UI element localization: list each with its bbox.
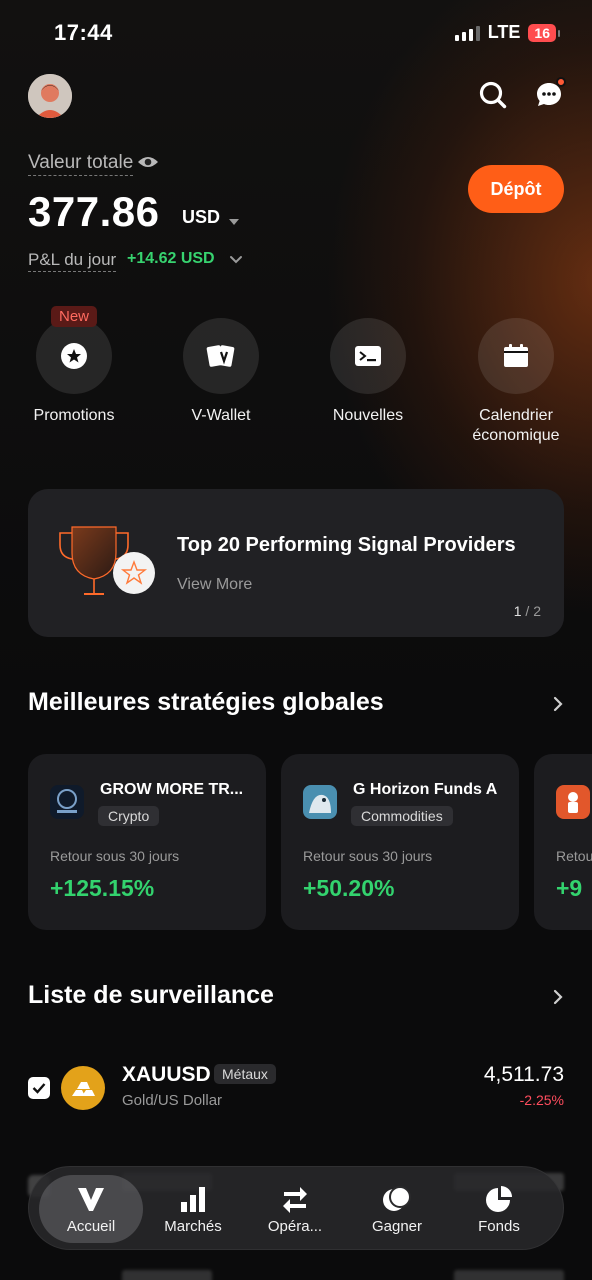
strategy-name: GROW MORE TR... [100, 781, 244, 798]
gold-bars-icon [61, 1066, 105, 1110]
watchlist-row-obscured [28, 1266, 564, 1280]
nav-earn[interactable]: Gagner [345, 1175, 449, 1243]
daily-pnl-label: P&L du jour [28, 250, 117, 272]
strategy-return: +125.15% [50, 875, 155, 901]
quick-action-label: Calendrier économique [472, 407, 560, 444]
strategy-metric-label: Retour sous 30 jours [50, 848, 180, 864]
bar-chart-icon [181, 1186, 205, 1212]
eye-icon[interactable] [137, 153, 159, 171]
v-wallet-icon [206, 345, 235, 367]
avatar[interactable] [28, 74, 72, 118]
promo-banner[interactable]: Top 20 Performing Signal Providers View … [28, 489, 564, 637]
chevron-down-icon[interactable] [229, 253, 243, 265]
nav-operations[interactable]: Opéra... [243, 1175, 347, 1243]
strategy-metric-label: Retour sous 30 jours [303, 848, 433, 864]
quick-action-icon-wrap [183, 318, 259, 394]
daily-pnl-value: +14.62 USD [127, 250, 215, 267]
strategy-name: G Horizon Funds A [353, 781, 498, 798]
grow-more-logo-icon [50, 785, 84, 819]
quick-action-icon-wrap [478, 318, 554, 394]
bottom-navigation: Accueil Marchés Opéra... Gagner Fonds [28, 1166, 564, 1250]
pager-total: / 2 [525, 603, 541, 619]
total-value-label: Valeur totale [28, 152, 134, 176]
calendar-icon [504, 344, 528, 367]
new-badge: New [50, 306, 98, 327]
nav-home[interactable]: Accueil [39, 1175, 143, 1243]
watchlist-name: Gold/US Dollar [122, 1092, 223, 1109]
notification-dot [556, 77, 566, 87]
swap-arrows-icon [283, 1186, 307, 1213]
nav-label: Gagner [371, 1217, 423, 1235]
nav-label: Marchés [164, 1217, 222, 1235]
quick-action-news[interactable]: Nouvelles [308, 318, 428, 426]
watchlist-symbol[interactable]: XAUUSD [122, 1063, 211, 1087]
deposit-button[interactable]: Dépôt [468, 165, 564, 213]
quick-action-label: V-Wallet [191, 407, 251, 424]
currency-selector[interactable]: USD [182, 207, 220, 228]
nav-label: Opéra... [267, 1217, 323, 1235]
total-value: 377.86 [28, 188, 160, 235]
promo-title: Top 20 Performing Signal Providers [177, 534, 516, 556]
network-type: LTE [487, 22, 521, 42]
quick-action-calendar[interactable]: Calendrier économique [456, 318, 576, 446]
chat-icon[interactable] [534, 77, 566, 110]
nav-label: Fonds [478, 1217, 520, 1235]
nav-markets[interactable]: Marchés [141, 1175, 245, 1243]
promo-pager: 1 / 2 [514, 603, 541, 619]
strategy-tag: Crypto [98, 806, 160, 826]
strategy-card[interactable]: G Horizon Funds A Commodities Retour sou… [281, 754, 519, 930]
quick-action-v-wallet[interactable]: V-Wallet [161, 318, 281, 426]
caret-down-icon[interactable] [228, 213, 240, 225]
quick-action-icon-wrap [330, 318, 406, 394]
pager-current: 1 [513, 603, 522, 619]
astronaut-logo-icon [556, 785, 590, 819]
strategy-card[interactable]: GROW MORE TR... Crypto Retour sous 30 jo… [28, 754, 266, 930]
news-icon [355, 346, 381, 366]
coins-icon [383, 1185, 411, 1211]
quick-action-promotions[interactable]: New Promotions [14, 306, 134, 426]
checkmark-icon [32, 1083, 46, 1094]
quick-action-icon-wrap: New [36, 306, 112, 394]
battery-level: 16 [528, 23, 560, 42]
watchlist-checkbox[interactable] [28, 1077, 50, 1099]
status-time: 17:44 [54, 20, 113, 45]
strategy-card-partial[interactable]: Retou +9 [534, 754, 592, 930]
search-icon[interactable] [478, 80, 508, 110]
nav-label: Accueil [66, 1217, 116, 1235]
quick-action-label: Nouvelles [332, 407, 404, 424]
strategy-metric-label: Retou [556, 848, 592, 864]
status-icons: LTE 16 [454, 22, 560, 43]
watchlist-price: 4,511.73 [483, 1063, 564, 1086]
watchlist-tag: Métaux [214, 1064, 276, 1084]
watchlist-title: Liste de surveillance [28, 981, 274, 1009]
signal-icon [454, 25, 480, 41]
strategy-tag: Commodities [351, 806, 453, 826]
strategies-title: Meilleures stratégies globales [28, 688, 384, 716]
quick-action-label: Promotions [33, 407, 115, 424]
star-badge-icon [61, 343, 87, 369]
strategy-return: +9 [556, 875, 583, 901]
strategy-return: +50.20% [303, 875, 395, 901]
trophy-icon [56, 523, 158, 603]
watchlist-change: -2.25% [519, 1092, 564, 1108]
watchlist-chevron-right-icon[interactable] [550, 988, 566, 1006]
strategies-chevron-right-icon[interactable] [550, 695, 566, 713]
horizon-funds-logo-icon [303, 785, 337, 819]
nav-funds[interactable]: Fonds [447, 1175, 551, 1243]
view-more-link[interactable]: View More [177, 576, 252, 594]
home-v-icon [78, 1187, 104, 1211]
pie-chart-icon [486, 1185, 512, 1212]
